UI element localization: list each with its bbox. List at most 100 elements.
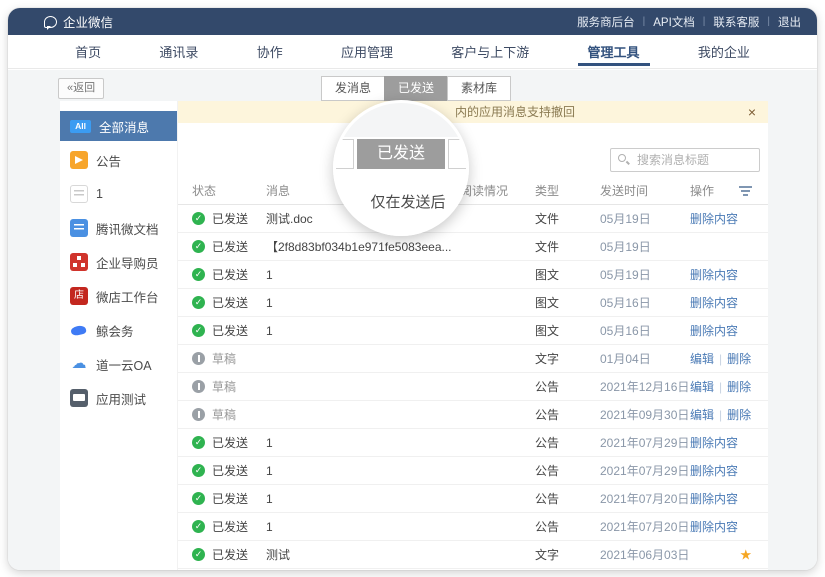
sidebar-item[interactable]: 公告 [60,145,177,175]
nav-tab[interactable]: 协作 [251,35,289,68]
app-test-icon [70,389,88,407]
topbar-link[interactable]: API文档 [653,14,695,30]
action-link[interactable]: 删除内容 [690,520,738,534]
table-row: ✓已发送1公告2021年07月20日删除内容 [178,513,768,541]
action-link[interactable]: 编辑 [690,408,714,422]
send-date: 2021年07月20日 [600,490,690,507]
action-link[interactable]: 删除 [727,408,751,422]
nav-tab[interactable]: 应用管理 [335,35,399,68]
message-tab-button[interactable]: 发消息 [321,76,385,101]
sidebar-item[interactable]: 店微店工作台 [60,281,177,311]
nav-tab[interactable]: 客户与上下游 [445,35,535,68]
draft-status-icon [192,352,205,365]
message-type: 图文 [535,294,600,311]
actions-cell: 删除内容 [690,266,768,283]
column-header-label: 操作 [690,182,714,199]
actions-cell: 删除内容 [690,434,768,451]
status-label: 已发送 [212,434,248,451]
magnifier-left-button-fragment [333,139,354,169]
table-row: 草稿公告2021年12月16日编辑|删除 [178,373,768,401]
top-bar: 企业微信 服务商后台|API文档|联系客服|退出 [8,8,817,35]
status-cell: ✓已发送 [192,462,266,479]
sidebar-item[interactable]: 1 [60,179,177,209]
message-tabs: 发消息已发送素材库 [322,76,511,101]
sidebar-item-label: 微店工作台 [96,287,159,306]
action-link[interactable]: 删除内容 [690,436,738,450]
message-title: 1 [266,520,460,534]
action-link[interactable]: 删除内容 [690,464,738,478]
table-row: 草稿文字01月04日编辑|删除 [178,345,768,373]
sent-status-icon: ✓ [192,548,205,561]
notice-close-icon[interactable]: × [748,101,756,123]
sidebar-item[interactable]: 企业导购员 [60,247,177,277]
topbar-link[interactable]: 服务商后台 [577,14,635,30]
topbar-link[interactable]: 联系客服 [713,14,759,30]
sent-status-icon: ✓ [192,212,205,225]
actions-cell: 编辑|删除 [690,378,768,395]
content-area: «返回 发消息已发送素材库 All全部消息公告1腾讯微文档企业导购员店微店工作台… [8,70,817,570]
search-box [610,148,760,172]
table-row: ✓已发送测试文字2021年06月03日★ [178,541,768,569]
send-date: 2021年09月30日 [600,406,690,423]
action-link[interactable]: 删除内容 [690,296,738,310]
status-cell: 草稿 [192,406,266,423]
actions-cell: 删除内容 [690,490,768,507]
table-body: ✓已发送测试.doc文件05月19日删除内容✓已发送【2f8d83bf034b1… [178,205,768,570]
send-date: 2021年07月29日 [600,434,690,451]
sidebar-item[interactable]: 鲸会务 [60,315,177,345]
action-link[interactable]: 编辑 [690,352,714,366]
sent-status-icon: ✓ [192,520,205,533]
nav-tab[interactable]: 管理工具 [582,35,646,68]
column-header: 状态 [192,182,266,199]
topbar-link[interactable]: 退出 [778,14,801,30]
message-type: 公告 [535,518,600,535]
tencent-docs-icon [70,219,88,237]
status-cell: ✓已发送 [192,294,266,311]
sidebar-item[interactable]: ☁道一云OA [60,349,177,379]
table-row: 草稿公告2021年09月30日编辑|删除 [178,401,768,429]
sidebar-item[interactable]: 应用测试 [60,383,177,413]
message-list-area: 内的应用消息支持撤回 × 状态消息阅读情况类型发送时间操作 ✓已发送测试.doc… [178,101,768,570]
message-tab-button[interactable]: 素材库 [447,76,511,101]
magnified-sent-tab[interactable]: 已发送 [357,139,445,169]
column-header-label: 类型 [535,184,559,198]
action-link[interactable]: 删除内容 [690,212,738,226]
action-link[interactable]: 删除内容 [690,492,738,506]
action-link[interactable]: 删除内容 [690,268,738,282]
sidebar-item-label: 应用测试 [96,389,146,408]
filter-icon[interactable] [738,186,752,196]
action-link[interactable]: 删除 [727,352,751,366]
magnified-notice-text: 仅在发送后 [336,191,469,212]
topbar-link-separator: | [767,16,770,27]
nav-tab[interactable]: 通讯录 [153,35,204,68]
sent-status-icon: ✓ [192,324,205,337]
back-button[interactable]: «返回 [58,78,104,99]
sent-status-icon: ✓ [192,268,205,281]
status-cell: ✓已发送 [192,490,266,507]
status-cell: ✓已发送 [192,434,266,451]
action-link[interactable]: 编辑 [690,380,714,394]
message-type: 公告 [535,378,600,395]
column-header: 发送时间 [600,182,690,199]
column-header-label: 发送时间 [600,184,648,198]
status-label: 已发送 [212,322,248,339]
status-label: 草稿 [212,406,236,423]
app-window: 企业微信 服务商后台|API文档|联系客服|退出 首页通讯录协作应用管理客户与上… [8,8,817,570]
action-link[interactable]: 删除内容 [690,324,738,338]
sidebar-item-label: 腾讯微文档 [96,219,159,238]
star-icon[interactable]: ★ [739,546,752,563]
nav-tab[interactable]: 首页 [69,35,107,68]
sidebar-item[interactable]: 腾讯微文档 [60,213,177,243]
send-date: 05月19日 [600,210,690,227]
actions-cell: 编辑|删除 [690,350,768,367]
action-link[interactable]: 删除 [727,380,751,394]
table-row: ✓已发送1公告2021年07月29日删除内容 [178,429,768,457]
sidebar-item[interactable]: All全部消息 [60,111,177,141]
column-header: 阅读情况 [460,182,535,199]
nav-tab[interactable]: 我的企业 [692,35,756,68]
status-cell: 草稿 [192,350,266,367]
send-date: 2021年07月29日 [600,462,690,479]
message-tab-button[interactable]: 已发送 [384,76,448,101]
search-input[interactable] [610,148,760,172]
sidebar-item-label: 公告 [96,151,121,170]
